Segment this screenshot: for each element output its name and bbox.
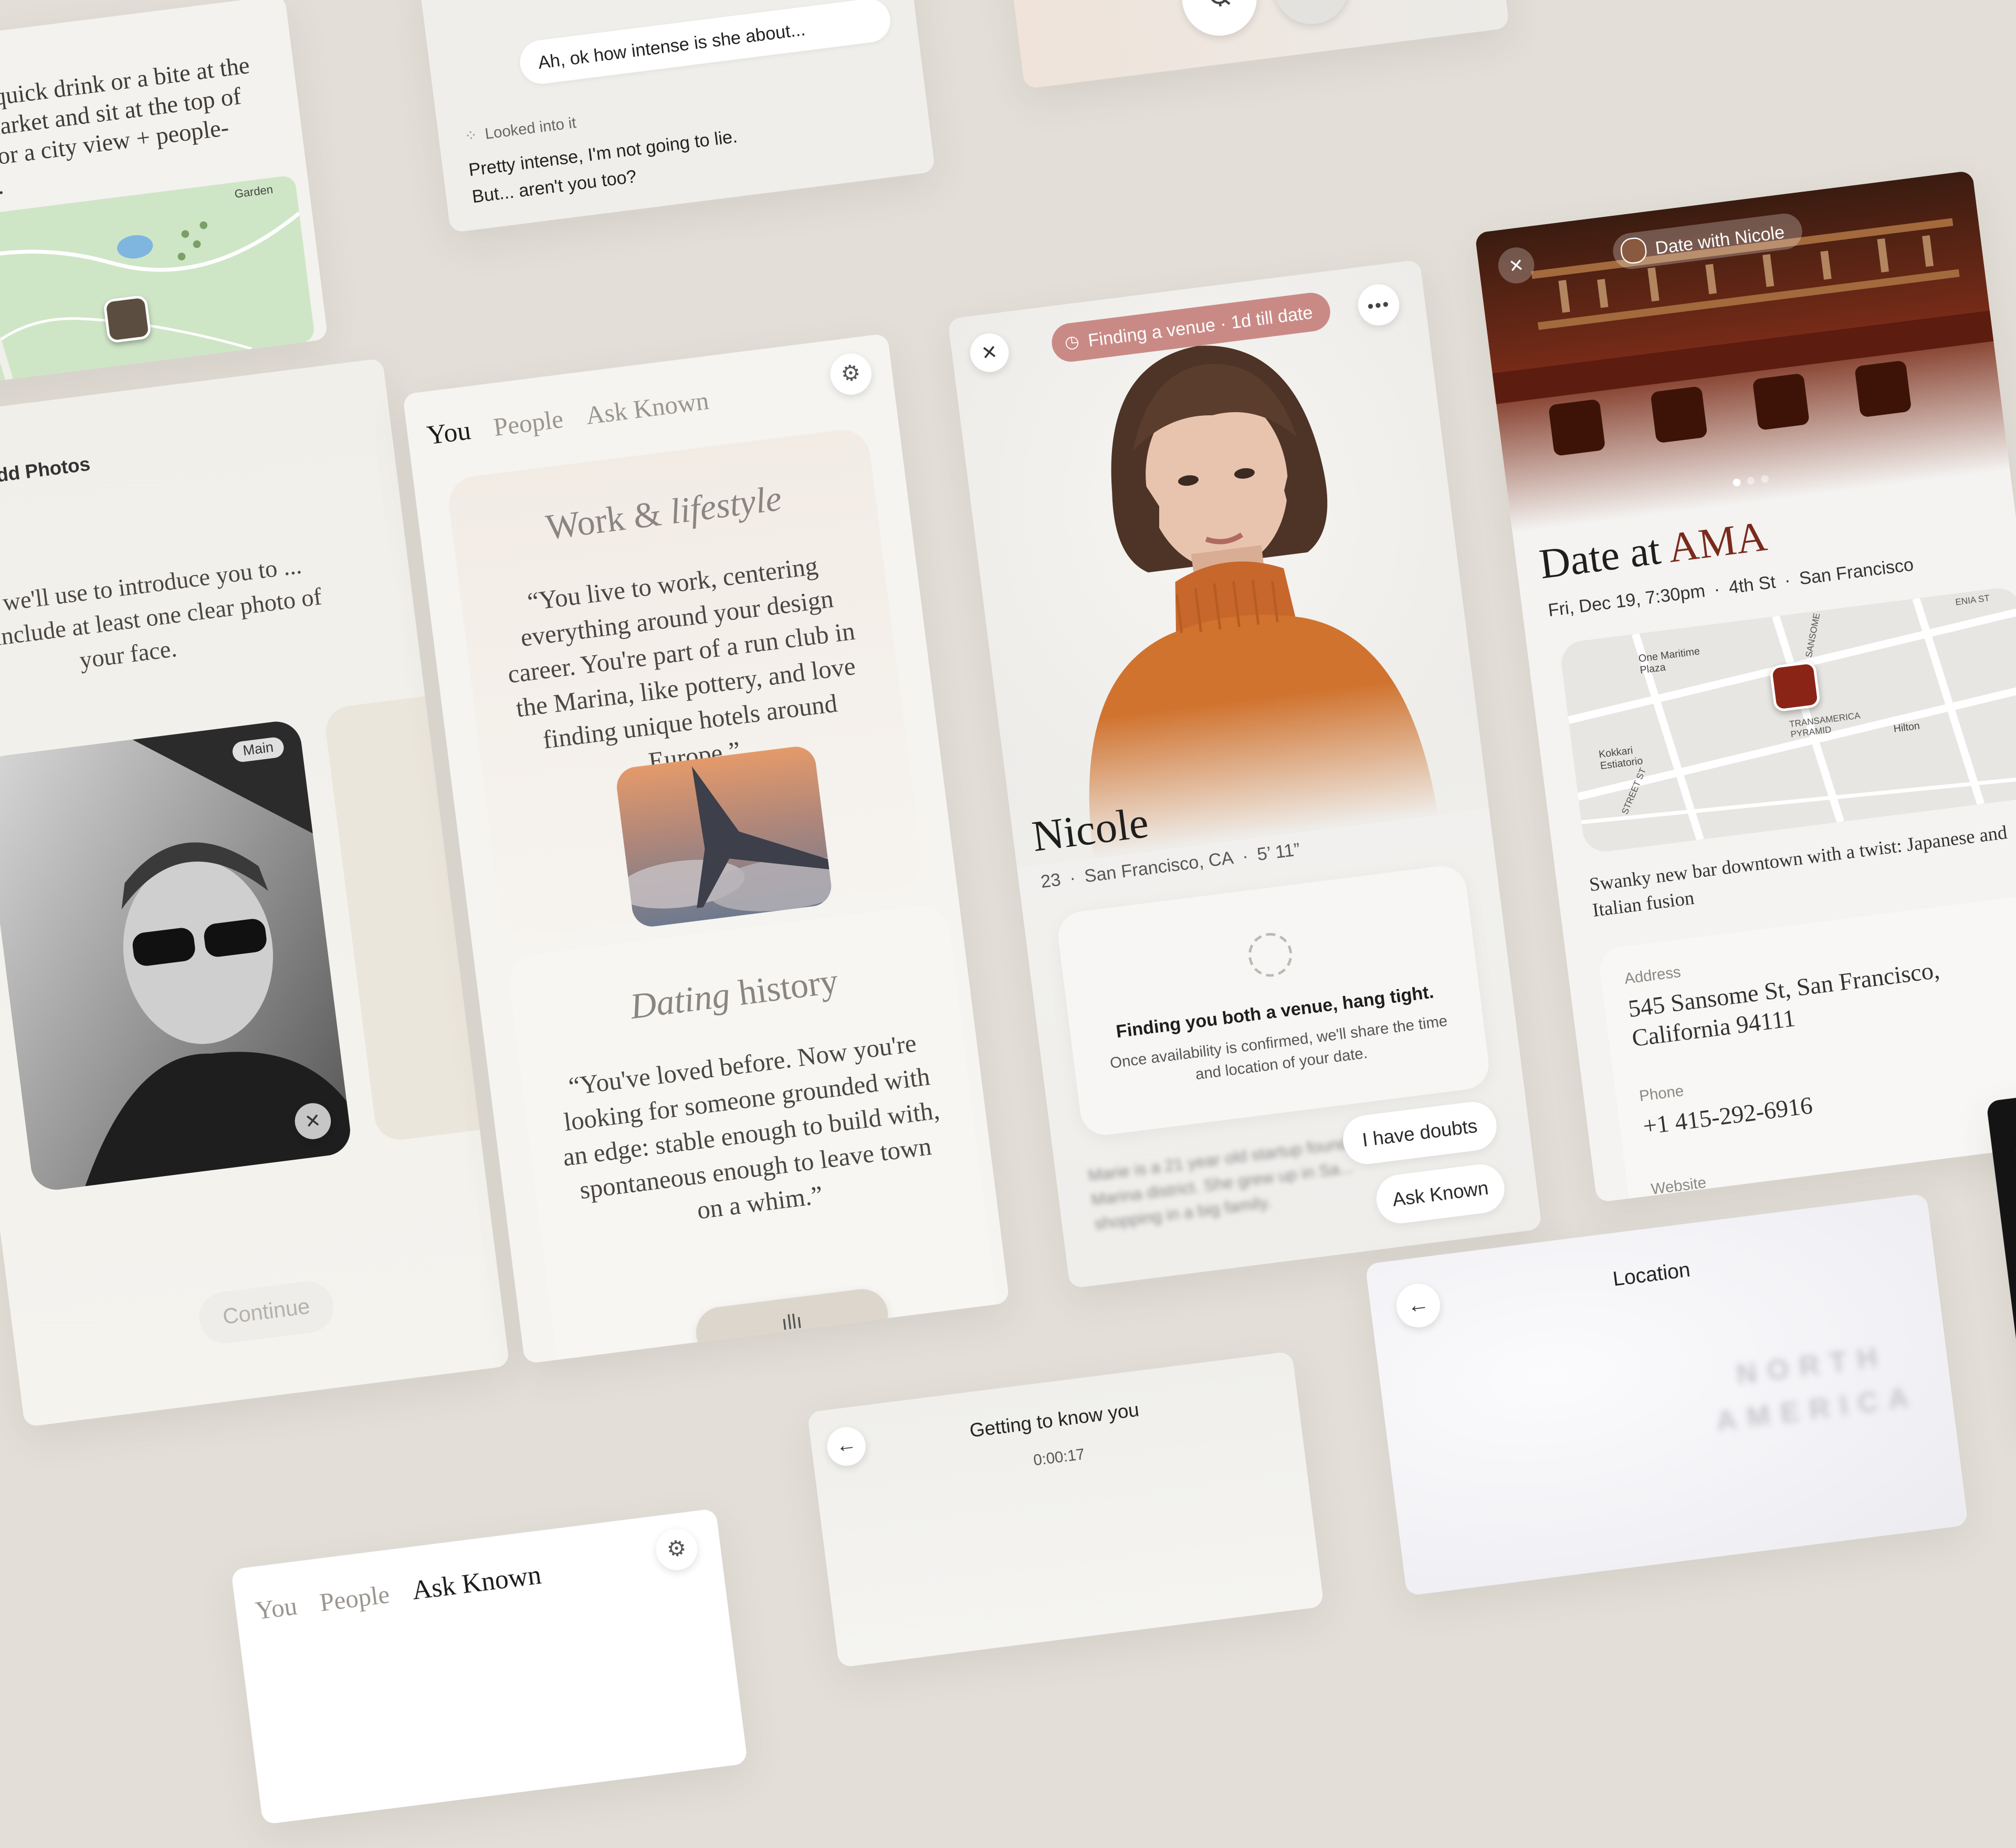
match-age: 23: [1039, 868, 1062, 892]
avatar: [1619, 236, 1648, 265]
dating-title-plain: history: [736, 962, 841, 1014]
close-icon: ✕: [303, 1110, 322, 1134]
user-message-bubble: Ah, ok how intense is she about...: [517, 0, 893, 87]
venue-note-card: Pick up a quick drink or a bite at the B…: [0, 0, 328, 393]
i-have-doubts-button[interactable]: I have doubts: [1340, 1099, 1499, 1167]
location-title: Location: [1611, 1259, 1692, 1292]
ellipsis-icon: •••: [1366, 293, 1392, 317]
gear-icon: ⚙: [839, 360, 863, 387]
venue-map-pin[interactable]: [1769, 660, 1821, 712]
call-card: [1001, 0, 1510, 89]
dating-history-title: Dating history: [512, 947, 957, 1044]
top-tabs: You People Ask Known: [425, 385, 711, 452]
bottom-card-tabs: You People Ask Known: [254, 1559, 543, 1627]
phone-label: Phone: [1638, 1082, 1685, 1105]
airplane-photo: [614, 744, 834, 929]
dating-history-panel: Dating history “You've loved before. Now…: [506, 902, 1000, 1364]
dot-active: [1732, 478, 1741, 487]
date-title-plain: Date at: [1537, 527, 1663, 589]
close-icon: ✕: [980, 341, 999, 365]
dating-title-italic: Dating: [628, 975, 732, 1028]
dark-card-bottom: ←: [1986, 1082, 2016, 1433]
airplane-wing-image: [614, 744, 834, 929]
work-lifestyle-panel: Work & lifestyle “You live to work, cent…: [445, 426, 925, 939]
add-photos-description: ...otos we'll use to introduce you to ..…: [0, 552, 323, 675]
showcase-stage: Pick up a quick drink or a bite at the B…: [0, 0, 2016, 1825]
work-lifestyle-title: Work & lifestyle: [451, 467, 877, 561]
match-height: 5’ 11”: [1256, 838, 1301, 865]
add-photos-title: Add Photos: [0, 453, 92, 489]
spinner-icon: ⁘: [463, 125, 479, 146]
match-card: ✕ ◷ Finding a venue · 1d till date ••• N…: [948, 259, 1542, 1289]
date-details-card: ✕ Date with Nicole Date at AMA Fri, Dec …: [1474, 170, 2016, 1203]
rotated-layer: Pick up a quick drink or a bite at the B…: [0, 0, 2016, 1825]
map-region-label: NORTH AMERICA: [1714, 1339, 1921, 1437]
nicole-portrait: [948, 259, 1489, 868]
settings-button[interactable]: ⚙: [654, 1526, 700, 1573]
park-map-drawing: [0, 175, 316, 390]
address-value[interactable]: 545 Sansome St, San Francisco, Californi…: [1626, 944, 2016, 1054]
tab-ask-known[interactable]: Ask Known: [584, 387, 711, 432]
continue-label: Continue: [221, 1294, 311, 1330]
tab-you[interactable]: You: [425, 415, 472, 452]
finding-venue-panel: Finding you both a venue, hang tight. On…: [1055, 863, 1492, 1138]
mute-button[interactable]: [1178, 0, 1262, 40]
date-street: 4th St: [1727, 571, 1777, 597]
settings-button[interactable]: ⚙: [827, 351, 874, 397]
status-text: Looked into it: [484, 113, 578, 143]
match-photo: [948, 259, 1489, 868]
date-title-venue: AMA: [1665, 514, 1770, 573]
doubts-label: I have doubts: [1361, 1115, 1479, 1151]
venue-map[interactable]: One Maritime Plaza Kokkari Estiatorio TR…: [1559, 585, 2016, 854]
location-card: ← Location NORTH AMERICA: [1365, 1193, 1969, 1596]
end-call-button[interactable]: [1269, 0, 1353, 29]
tab-ask-known[interactable]: Ask Known: [410, 1559, 543, 1608]
ask-known-card: You People Ask Known ⚙: [230, 1508, 748, 1825]
venue-info-panel: Address 545 Sansome St, San Francisco, C…: [1597, 890, 2016, 1203]
continue-button[interactable]: Continue: [196, 1278, 337, 1347]
profile-summary-card: You People Ask Known ⚙ Work & lifestyle …: [402, 333, 1010, 1364]
loading-spinner-icon: [1246, 930, 1295, 980]
clock-icon: ◷: [1063, 331, 1080, 352]
tab-people[interactable]: People: [492, 405, 565, 444]
venue-pin[interactable]: [102, 295, 152, 344]
mic-off-icon: [1203, 0, 1236, 17]
date-city: San Francisco: [1798, 553, 1915, 589]
dot: [1746, 476, 1756, 485]
ask-known-label: Ask Known: [1391, 1177, 1490, 1211]
voice-button[interactable]: ıllı: [693, 1286, 891, 1361]
close-icon: ✕: [1507, 254, 1525, 276]
work-title-plain: Work &: [543, 494, 664, 549]
phone-hangup-icon: [1294, 0, 1329, 7]
waveform-icon: ıllı: [780, 1311, 804, 1336]
address-label: Address: [1623, 962, 1682, 988]
dating-quote: “You've loved before. Now you're looking…: [561, 1030, 941, 1225]
interview-card: ← Getting to know you 0:00:17: [807, 1351, 1325, 1668]
main-photo-slot[interactable]: Main ✕: [0, 718, 353, 1193]
back-button[interactable]: ←: [2013, 1129, 2016, 1173]
park-map[interactable]: Garden: [0, 175, 316, 390]
user-message-text: Ah, ok how intense is she about...: [537, 18, 807, 73]
tab-you[interactable]: You: [254, 1592, 299, 1627]
tab-people[interactable]: People: [318, 1581, 391, 1619]
gear-icon: ⚙: [665, 1535, 688, 1562]
work-title-italic: lifestyle: [668, 479, 784, 533]
website-label: Website: [1650, 1173, 1707, 1199]
chat-card: Ah, ok how intense is she about... ⁘ Loo…: [418, 0, 936, 233]
dot: [1760, 475, 1769, 484]
looked-into-it-status: ⁘ Looked into it: [464, 113, 578, 145]
